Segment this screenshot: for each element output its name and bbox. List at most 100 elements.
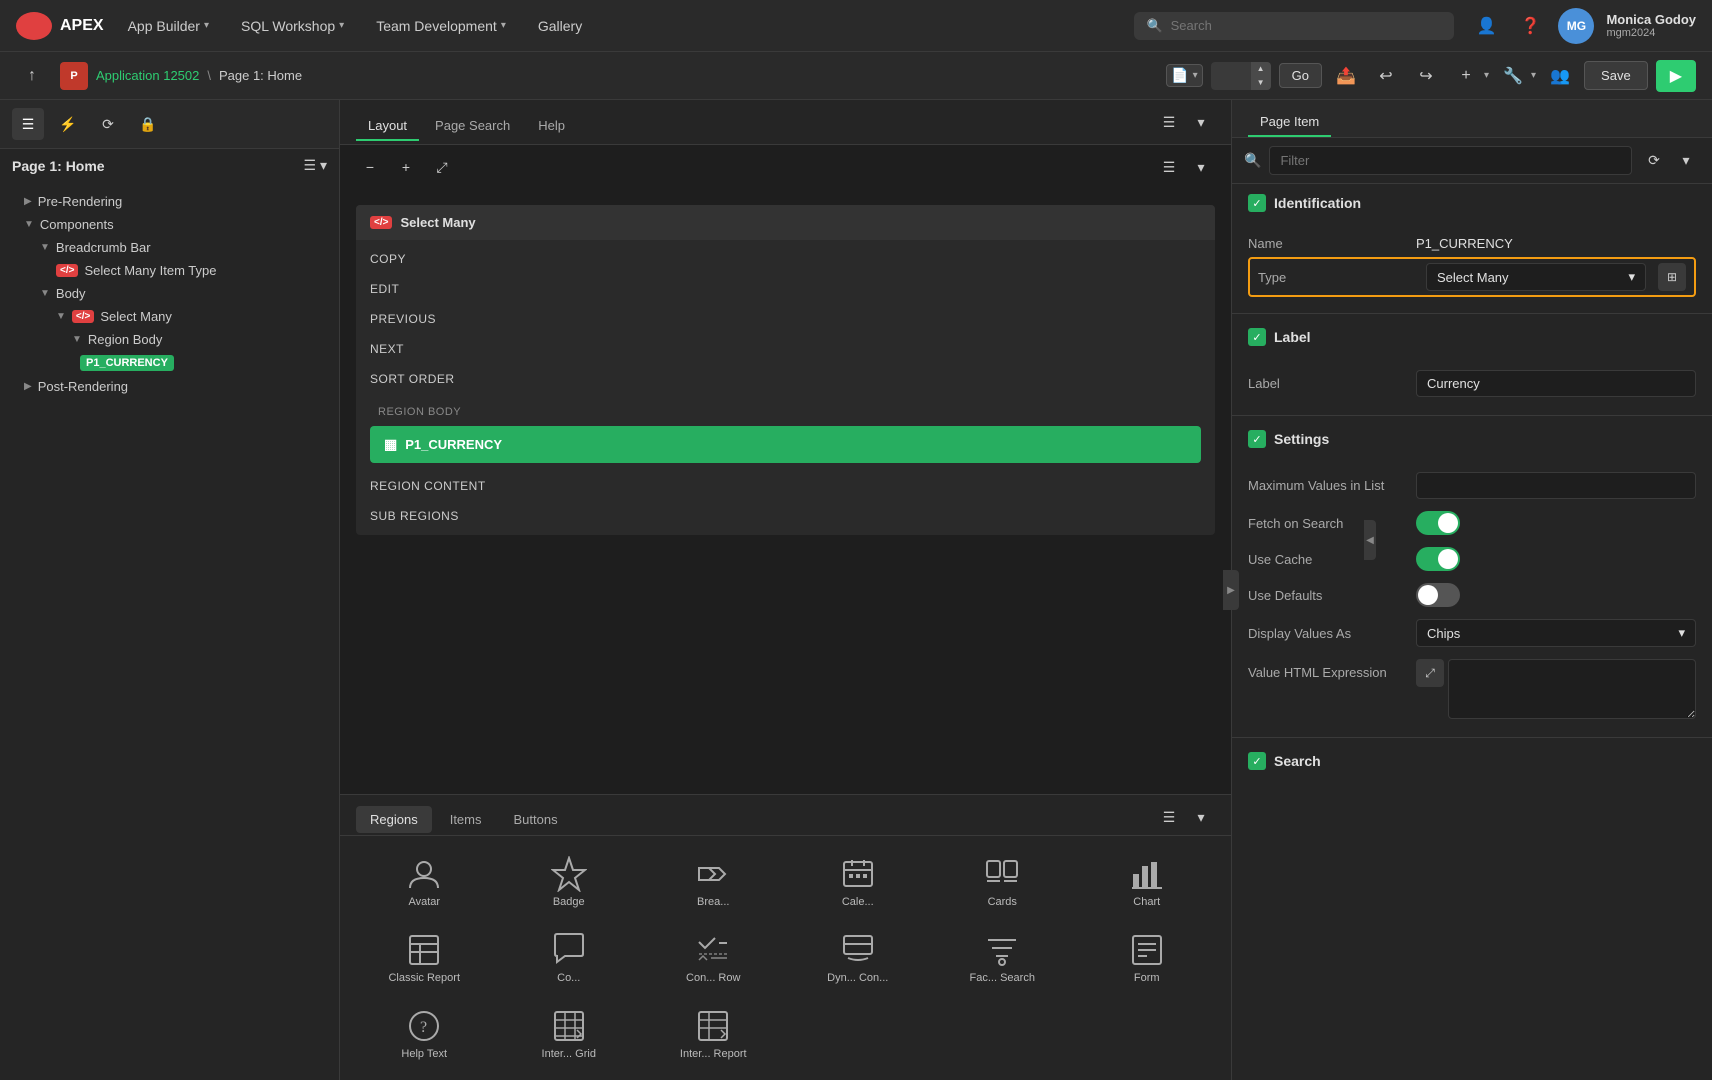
sidebar-item-select-many[interactable]: ▼ </> Select Many	[0, 305, 339, 328]
fetch-on-search-label: Fetch on Search	[1248, 516, 1408, 531]
use-cache-toggle[interactable]	[1416, 547, 1460, 571]
redo-icon[interactable]: ↪	[1410, 60, 1442, 92]
view-chevron-button[interactable]: ▾	[1187, 153, 1215, 181]
type-expand-button[interactable]: ⊞	[1658, 263, 1686, 291]
bottom-menu-chevron[interactable]: ▾	[1187, 803, 1215, 831]
value-html-expand-button[interactable]: ⤢	[1416, 659, 1444, 687]
sidebar-item-components[interactable]: ▼ Components	[0, 213, 339, 236]
icon-dynamic[interactable]: Dyn... Con...	[790, 924, 927, 992]
page-number-input[interactable]: 1	[1211, 64, 1251, 87]
user-avatar[interactable]: MG	[1558, 8, 1594, 44]
menu-item-sub-regions[interactable]: SUB REGIONS	[356, 501, 1215, 531]
filter-chevron-button[interactable]: ▾	[1672, 147, 1700, 175]
app-label[interactable]: Application 12502	[96, 68, 199, 83]
help-icon[interactable]: ❓	[1514, 10, 1546, 42]
wrench-icon[interactable]: 🔧	[1497, 60, 1529, 92]
fetch-on-search-toggle[interactable]	[1416, 511, 1460, 535]
apex-logo[interactable]: APEX	[16, 12, 104, 40]
menu-item-region-content[interactable]: REGION CONTENT	[356, 471, 1215, 501]
icon-cards[interactable]: Cards	[934, 848, 1071, 916]
display-values-select[interactable]: Chips ▾	[1416, 619, 1696, 647]
search-section-header[interactable]: ✓ Search	[1232, 742, 1712, 780]
menu-item-sort-order[interactable]: SORT ORDER	[356, 364, 1215, 394]
zoom-in-button[interactable]: +	[392, 153, 420, 181]
menu-item-next[interactable]: NEXT	[356, 334, 1215, 364]
sidebar-collapse-handle[interactable]: ◀	[1364, 520, 1376, 560]
sidebar-tab-lightning[interactable]: ⚡	[52, 108, 84, 140]
value-html-textarea[interactable]	[1448, 659, 1696, 719]
page-label: Page 1: Home	[219, 68, 302, 83]
icon-interactive-report[interactable]: Inter... Report	[645, 1000, 782, 1068]
type-select[interactable]: Select Many ▾	[1426, 263, 1646, 291]
sidebar-item-body[interactable]: ▼ Body	[0, 282, 339, 305]
sidebar-item-select-many-item-type[interactable]: </> Select Many Item Type	[0, 259, 339, 282]
run-button[interactable]: ▶	[1656, 60, 1696, 92]
global-search[interactable]: 🔍	[1134, 12, 1454, 40]
bottom-tab-regions[interactable]: Regions	[356, 806, 432, 833]
bottom-tab-buttons[interactable]: Buttons	[500, 806, 572, 833]
view-menu-button[interactable]: ☰	[1155, 153, 1183, 181]
label-field-input[interactable]	[1416, 370, 1696, 397]
sidebar-tab-share[interactable]: ⟳	[92, 108, 124, 140]
page-number-down[interactable]: ▼	[1251, 76, 1271, 90]
filter-input[interactable]	[1269, 146, 1632, 175]
tab-help[interactable]: Help	[526, 112, 577, 141]
share-icon[interactable]: 📤	[1330, 60, 1362, 92]
search-input[interactable]	[1171, 18, 1443, 33]
expand-button[interactable]: ⤢	[428, 153, 456, 181]
max-values-input[interactable]	[1416, 472, 1696, 499]
icon-calendar[interactable]: Cale...	[790, 848, 927, 916]
icon-avatar[interactable]: Avatar	[356, 848, 493, 916]
settings-section-header[interactable]: ✓ Settings	[1232, 420, 1712, 458]
icon-chart[interactable]: Chart	[1079, 848, 1216, 916]
right-tab-page-item[interactable]: Page Item	[1248, 108, 1331, 137]
save-button[interactable]: Save	[1584, 61, 1648, 90]
page-number-input-group[interactable]: 1 ▲ ▼	[1211, 62, 1271, 90]
sidebar-item-post-rendering[interactable]: ▶ Post-Rendering	[0, 375, 339, 398]
icon-badge[interactable]: Badge	[501, 848, 638, 916]
filter-sort-button[interactable]: ⟳	[1640, 147, 1668, 175]
tab-page-search[interactable]: Page Search	[423, 112, 522, 141]
nav-gallery[interactable]: Gallery	[530, 14, 590, 38]
type-select-chevron-icon: ▾	[1628, 269, 1635, 285]
center-expand-handle[interactable]: ▶	[1223, 570, 1239, 610]
sidebar-item-p1-currency[interactable]: P1_CURRENCY	[0, 351, 339, 375]
sidebar-item-pre-rendering[interactable]: ▶ Pre-Rendering	[0, 190, 339, 213]
nav-sql-workshop[interactable]: SQL Workshop ▾	[233, 14, 352, 38]
icon-facet-search[interactable]: Fac... Search	[934, 924, 1071, 992]
undo-icon[interactable]: ↩	[1370, 60, 1402, 92]
add-icon[interactable]: +	[1450, 60, 1482, 92]
sidebar-item-region-body[interactable]: ▼ Region Body	[0, 328, 339, 351]
nav-app-builder[interactable]: App Builder ▾	[120, 14, 217, 38]
icon-form[interactable]: Form	[1079, 924, 1216, 992]
nav-team-development[interactable]: Team Development ▾	[368, 14, 514, 38]
back-button[interactable]: ↑	[16, 60, 48, 92]
menu-button[interactable]: ☰	[1155, 108, 1183, 136]
users-icon[interactable]: 👥	[1544, 60, 1576, 92]
sidebar-tab-tree[interactable]: ☰	[12, 108, 44, 140]
menu-chevron-icon[interactable]: ▾	[1187, 108, 1215, 136]
label-section-header[interactable]: ✓ Label	[1232, 318, 1712, 356]
bottom-menu-button[interactable]: ☰	[1155, 803, 1183, 831]
icon-control-row[interactable]: Con... Row	[645, 924, 782, 992]
icon-help-text[interactable]: ? Help Text	[356, 1000, 493, 1068]
menu-item-previous[interactable]: PREVIOUS	[356, 304, 1215, 334]
sidebar-tab-lock[interactable]: 🔒	[132, 108, 164, 140]
page-number-up[interactable]: ▲	[1251, 62, 1271, 76]
icon-comment[interactable]: Co...	[501, 924, 638, 992]
tab-layout[interactable]: Layout	[356, 112, 419, 141]
go-button[interactable]: Go	[1279, 63, 1322, 88]
icon-breadcrumb[interactable]: Brea...	[645, 848, 782, 916]
sidebar-menu-button[interactable]: ☰ ▾	[304, 157, 327, 174]
sidebar-item-breadcrumb-bar[interactable]: ▼ Breadcrumb Bar	[0, 236, 339, 259]
icon-classic-report[interactable]: Classic Report	[356, 924, 493, 992]
bottom-tab-items[interactable]: Items	[436, 806, 496, 833]
menu-item-edit[interactable]: EDIT	[356, 274, 1215, 304]
p1-currency-region-item[interactable]: ▦ P1_CURRENCY	[370, 426, 1201, 463]
zoom-out-button[interactable]: −	[356, 153, 384, 181]
identification-section-header[interactable]: ✓ Identification	[1232, 184, 1712, 222]
menu-item-copy[interactable]: COPY	[356, 244, 1215, 274]
notifications-icon[interactable]: 👤	[1470, 10, 1502, 42]
use-defaults-toggle[interactable]	[1416, 583, 1460, 607]
icon-interactive-grid[interactable]: Inter... Grid	[501, 1000, 638, 1068]
